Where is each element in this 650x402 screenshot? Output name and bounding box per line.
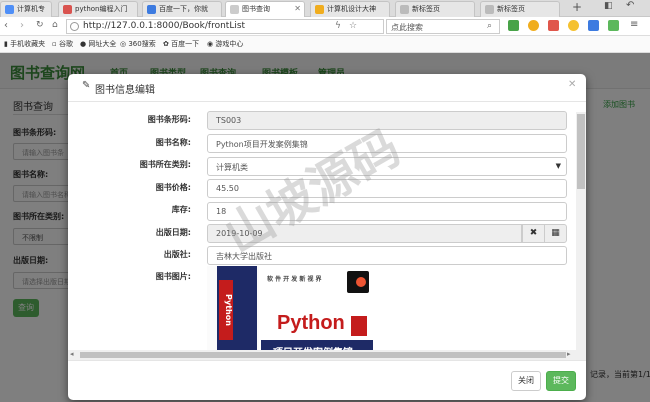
label-publisher: 出版社: — [163, 250, 191, 259]
restore-icon[interactable]: ↶ — [626, 0, 634, 11]
bookmark-baidu[interactable]: ✿ 百度一下 — [163, 39, 199, 49]
bookmarks-bar: ▮ 手机收藏夹 ▫ 谷歌 ● 网址大全 ◎ 360搜索 ✿ 百度一下 ◉ 游戏中… — [0, 36, 650, 53]
reload-icon[interactable]: ↻ — [36, 20, 44, 30]
category-select[interactable]: 计算机类 ▼ — [207, 157, 567, 176]
forward-icon[interactable]: › — [20, 20, 24, 31]
publisher-input[interactable]: 吉林大学出版社 — [207, 246, 567, 265]
chevron-down-icon: ▼ — [555, 162, 561, 170]
stock-input[interactable]: 18 — [207, 202, 567, 221]
bookmark-games[interactable]: ◉ 游戏中心 — [207, 39, 243, 49]
browser-tab-active[interactable]: 图书查询 ✕ — [225, 1, 305, 17]
modal-title: 图书信息编辑 — [95, 85, 155, 96]
label-book-image: 图书图片: — [155, 272, 191, 281]
close-button[interactable]: 关闭 — [511, 371, 541, 391]
book-cover-image: Python 软 件 开 发 新 视 界 Python 项目开发案例集锦 — [207, 266, 377, 360]
page-icon — [485, 5, 494, 14]
cover-badge — [351, 316, 367, 336]
modal-header: ✎ 图书信息编辑 ✕ — [68, 74, 586, 102]
bookmark-sites[interactable]: ● 网址大全 — [80, 39, 116, 49]
horizontal-scroll-thumb[interactable] — [80, 352, 566, 358]
extension-icon[interactable] — [608, 20, 619, 31]
label-category: 图书所在类别: — [139, 160, 191, 169]
label-price: 图书价格: — [155, 183, 191, 192]
submit-button[interactable]: 提交 — [546, 371, 576, 391]
browser-tab[interactable]: python编程入门 — [58, 1, 138, 17]
bookmark-360[interactable]: ◎ 360搜索 — [120, 39, 156, 49]
label-book-name: 图书名称: — [155, 138, 191, 147]
horizontal-scrollbar[interactable]: ◂ ▸ — [68, 350, 576, 360]
book-name-input[interactable]: Python项目开发案例集锦 — [207, 134, 567, 153]
vertical-scrollbar[interactable] — [576, 112, 586, 360]
extension-icon[interactable] — [588, 20, 599, 31]
lightning-icon[interactable]: ϟ — [335, 21, 341, 31]
address-bar-row: ‹ › ↻ ⌂ http://127.0.0.1:8000/Book/front… — [0, 17, 650, 36]
tabs-menu-icon[interactable]: ◧ — [604, 1, 613, 11]
search-icon[interactable]: ⌕ — [487, 21, 492, 31]
star-icon — [315, 5, 324, 14]
browser-tab[interactable]: 百度一下，你就 — [142, 1, 222, 17]
new-tab-icon[interactable]: + — [572, 0, 582, 14]
modal-footer: 关闭 提交 — [68, 360, 586, 400]
browser-tab[interactable]: 计算机专 — [0, 1, 52, 17]
vertical-scroll-thumb[interactable] — [577, 114, 585, 189]
barcode-input[interactable]: TS003 — [207, 111, 567, 130]
home-icon[interactable]: ⌂ — [52, 20, 58, 30]
url-field[interactable]: http://127.0.0.1:8000/Book/frontList ϟ ☆ — [66, 19, 384, 34]
cover-spine-text: Python — [219, 280, 233, 340]
bookmark-star-icon[interactable]: ☆ — [349, 21, 357, 31]
calendar-icon[interactable]: ▦ — [544, 224, 567, 243]
browser-tab-bar: 计算机专 python编程入门 百度一下，你就 图书查询 ✕ 计算机设计大神 新标… — [0, 0, 650, 17]
extension-icon[interactable] — [548, 20, 559, 31]
page-icon — [230, 5, 239, 14]
extension-icon[interactable] — [508, 20, 519, 31]
modal-close-icon[interactable]: ✕ — [568, 79, 576, 90]
modal-body: 图书条形码: TS003 图书名称: Python项目开发案例集锦 图书所在类别… — [68, 102, 586, 360]
close-tab-icon[interactable]: ✕ — [294, 2, 301, 16]
page-icon — [5, 5, 14, 14]
extension-icon[interactable] — [528, 20, 539, 31]
cover-series-text: 软 件 开 发 新 视 界 — [267, 276, 322, 283]
edit-icon: ✎ — [82, 80, 91, 91]
browser-tab[interactable]: 计算机设计大神 — [310, 1, 390, 17]
label-stock: 库存: — [171, 205, 191, 214]
label-pub-date: 出版日期: — [155, 228, 191, 237]
paw-icon — [147, 5, 156, 14]
page-icon — [63, 5, 72, 14]
publisher-logo-mark — [356, 277, 366, 287]
search-field[interactable]: 点此搜索 ⌕ — [386, 19, 500, 34]
label-barcode: 图书条形码: — [147, 115, 191, 124]
scroll-right-icon[interactable]: ▸ — [567, 350, 571, 358]
scroll-left-icon[interactable]: ◂ — [70, 350, 74, 358]
browser-tab[interactable]: 新标签页 — [395, 1, 475, 17]
extension-icon[interactable] — [568, 20, 579, 31]
clear-date-icon[interactable]: ✖ — [522, 224, 545, 243]
back-icon[interactable]: ‹ — [4, 20, 8, 31]
cover-title: Python — [277, 312, 345, 334]
edit-book-modal: ✎ 图书信息编辑 ✕ 图书条形码: TS003 图书名称: Python项目开发… — [68, 74, 586, 400]
menu-icon[interactable]: ≡ — [630, 19, 638, 30]
browser-tab[interactable]: 新标签页 — [480, 1, 560, 17]
bookmark-google[interactable]: ▫ 谷歌 — [52, 39, 73, 49]
price-input[interactable]: 45.50 — [207, 179, 567, 198]
bookmark-mobile[interactable]: ▮ 手机收藏夹 — [4, 39, 45, 49]
page-icon — [400, 5, 409, 14]
page-info-icon[interactable] — [70, 22, 79, 31]
pub-date-input[interactable]: 2019-10-09 — [207, 224, 522, 243]
